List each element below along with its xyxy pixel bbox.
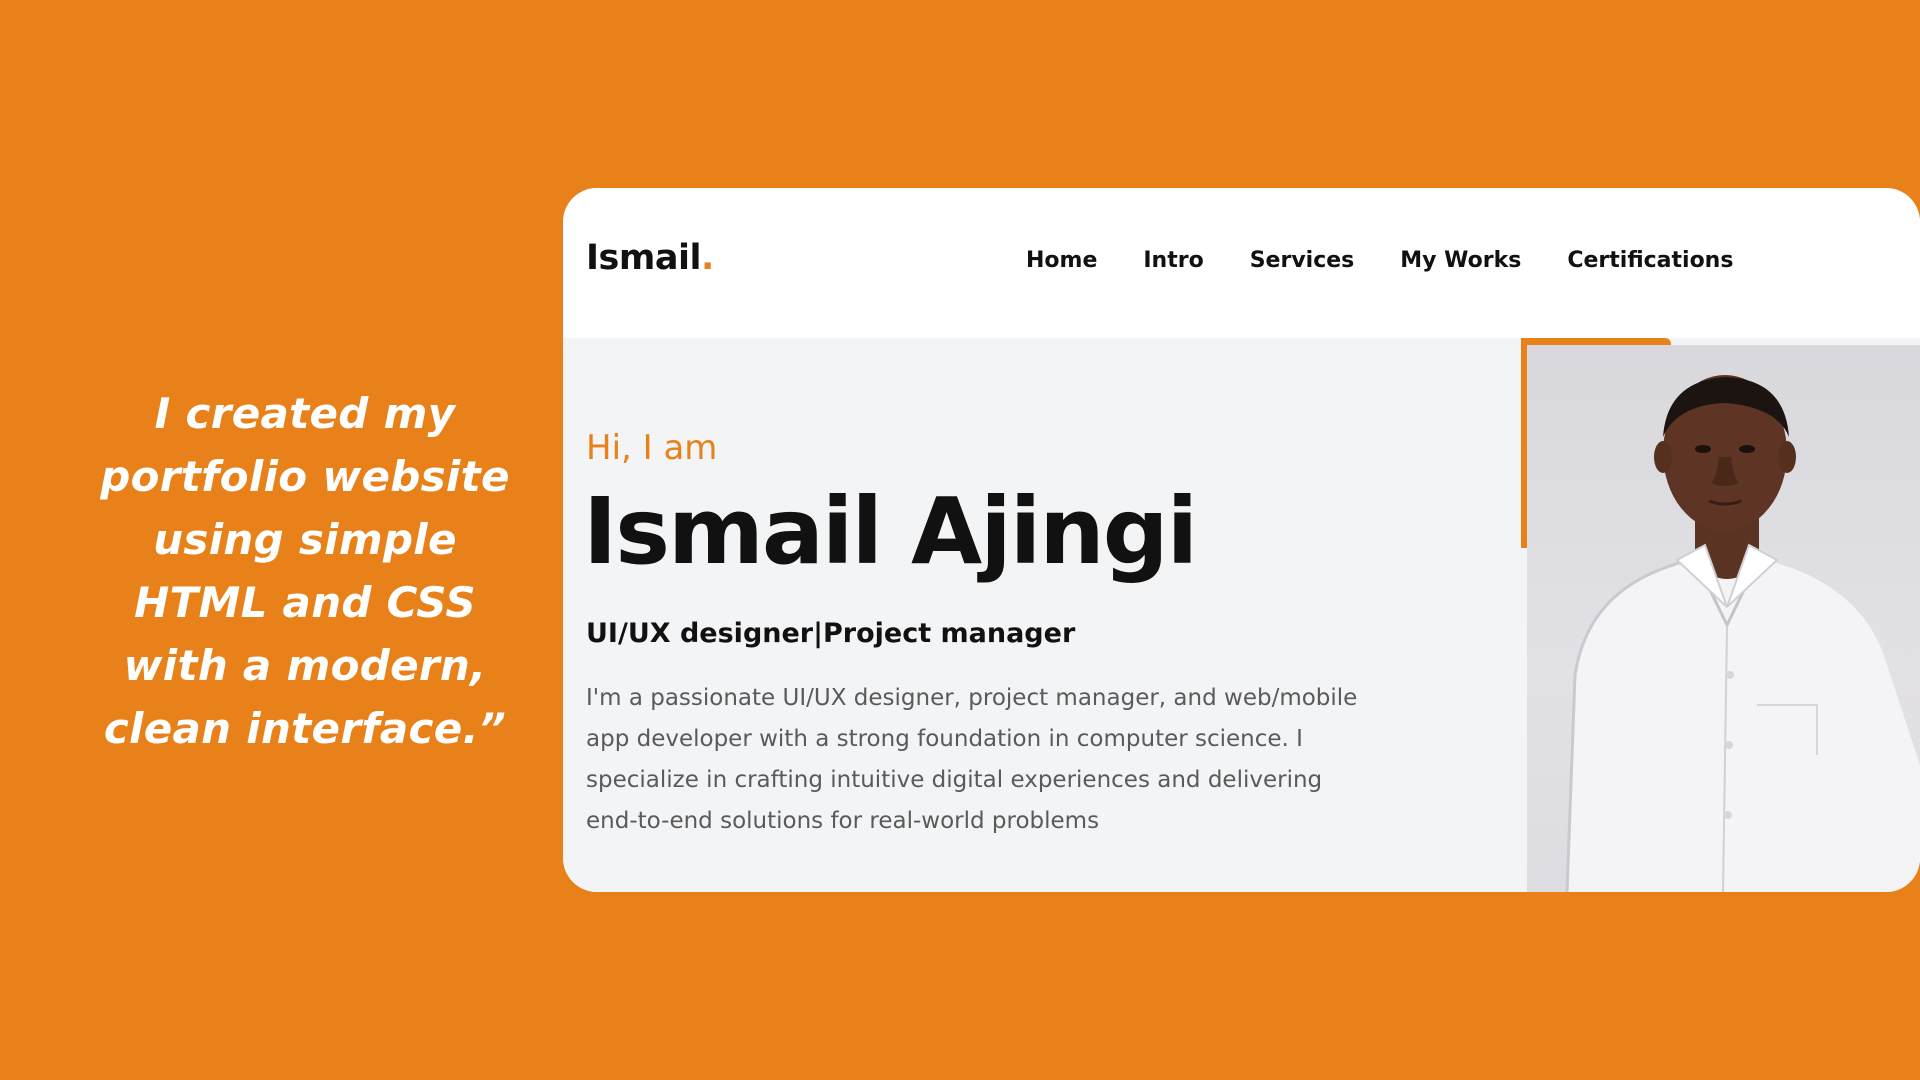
portrait-photo: [1527, 345, 1920, 892]
nav-item-intro[interactable]: Intro: [1143, 248, 1203, 273]
nav-item-my-works[interactable]: My Works: [1400, 248, 1521, 273]
nav-item-home[interactable]: Home: [1026, 248, 1097, 273]
quote-line: portfolio website: [100, 452, 510, 501]
quote-line: clean interface.”: [103, 704, 507, 753]
hero-bio: I'm a passionate UI/UX designer, project…: [586, 685, 1358, 834]
site-navbar: Ismail. Home Intro Services My Works Cer…: [563, 188, 1920, 338]
slide: I created my portfolio website using sim…: [0, 0, 1920, 1080]
quote-line: I created my: [154, 389, 456, 438]
quote-line: using simple: [153, 515, 457, 564]
hero-greeting: Hi, I am: [586, 428, 718, 468]
quote-line: HTML and CSS: [134, 578, 476, 627]
site-logo-dot: .: [700, 238, 714, 278]
quote-line: with a modern,: [123, 641, 487, 690]
hero-name: Ismail Ajingi: [583, 478, 1198, 585]
site-logo-name: Ismail: [586, 238, 701, 278]
nav-item-certifications[interactable]: Certifications: [1567, 248, 1733, 273]
site-logo[interactable]: Ismail.: [586, 238, 714, 278]
quote-text: I created my portfolio website using sim…: [90, 382, 520, 760]
nav-item-services[interactable]: Services: [1250, 248, 1355, 273]
hero-role: UI/UX designer|Project manager: [586, 618, 1076, 649]
website-screenshot-card: Ismail. Home Intro Services My Works Cer…: [563, 188, 1920, 892]
portrait-icon: [1565, 375, 1920, 892]
site-nav: Home Intro Services My Works Certificati…: [1026, 248, 1779, 273]
